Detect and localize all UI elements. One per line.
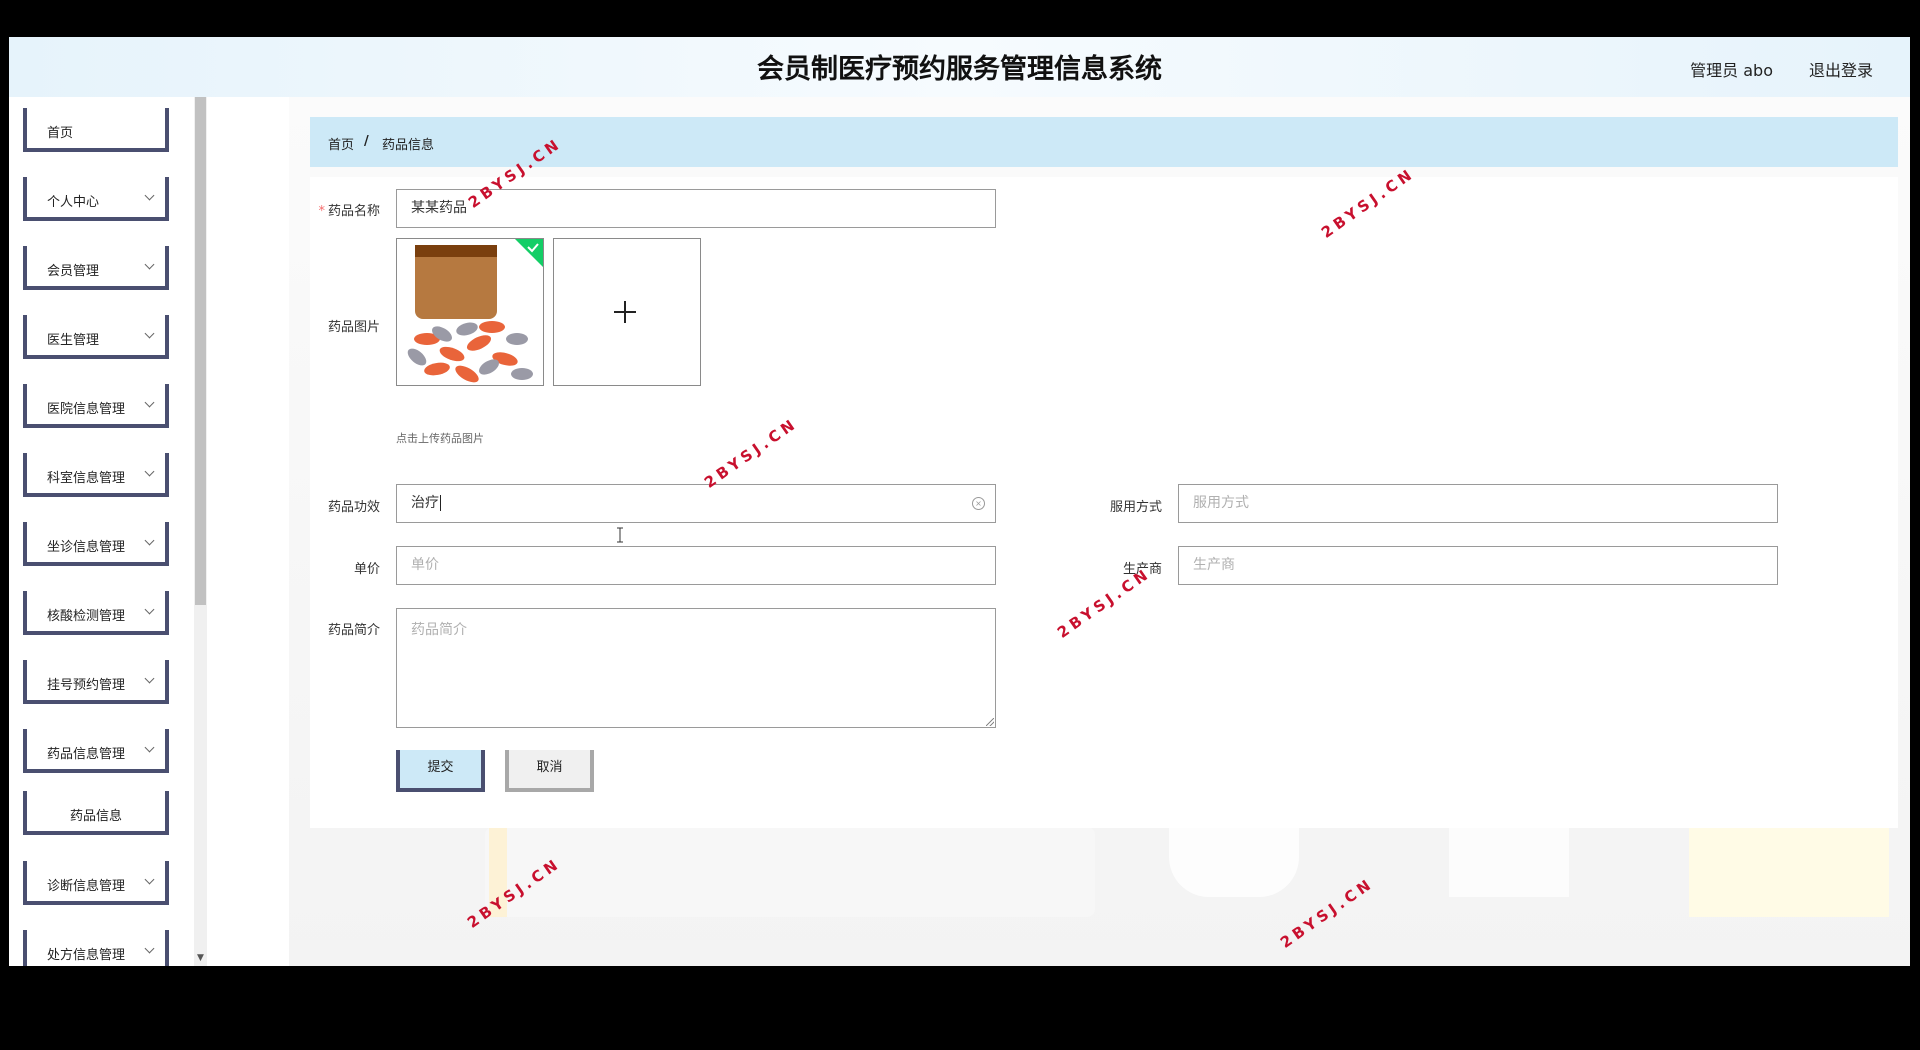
chevron-down-icon (144, 466, 155, 477)
sidebar-item-label: 药品信息 (69, 809, 122, 824)
sidebar-item-label: 会员管理 (47, 264, 100, 279)
logout-link[interactable]: 退出登录 (1809, 57, 1873, 81)
sidebar-subitem-medicine-info[interactable]: 药品信息 (23, 791, 169, 835)
sidebar-item-medicine-management[interactable]: 药品信息管理 (23, 729, 169, 773)
maker-input[interactable]: 生产商 (1178, 546, 1778, 585)
sidebar-item-doctor-management[interactable]: 医生管理 (23, 315, 169, 359)
current-user: 管理员 abo (1690, 61, 1773, 80)
breadcrumb-current: 药品信息 (382, 138, 435, 153)
upload-image-button[interactable] (553, 238, 701, 386)
sidebar-scrollbar-thumb[interactable] (195, 97, 206, 605)
text-cursor-icon (617, 527, 623, 543)
medicine-form: * 药品名称 某某药品 药品图片 点击上传药品图片 药品功效 治疗 × 服用方式… (310, 177, 1898, 828)
sidebar-item-label: 医院信息管理 (47, 402, 126, 417)
sidebar: 首页 个人中心 会员管理 医生管理 医院信息管理 科室信息管理 坐诊信息管理 核… (9, 97, 207, 966)
upload-tip: 点击上传药品图片 (396, 432, 484, 445)
clear-icon[interactable]: × (972, 497, 985, 510)
chevron-down-icon (144, 943, 155, 954)
image-label: 药品图片 (327, 320, 380, 335)
sidebar-item-hospital-info[interactable]: 医院信息管理 (23, 384, 169, 428)
sidebar-item-member-management[interactable]: 会员管理 (23, 246, 169, 290)
usage-input[interactable]: 服用方式 (1178, 484, 1778, 523)
sidebar-item-label: 药品信息管理 (47, 747, 126, 762)
chevron-down-icon (144, 874, 155, 885)
sidebar-item-clinic-schedule[interactable]: 坐诊信息管理 (23, 522, 169, 566)
price-label: 单价 (353, 562, 380, 577)
sidebar-item-label: 挂号预约管理 (47, 678, 126, 693)
background-decor (1689, 827, 1889, 917)
sidebar-item-personal-center[interactable]: 个人中心 (23, 177, 169, 221)
breadcrumb-home[interactable]: 首页 (328, 134, 354, 153)
scroll-down-arrow-icon[interactable]: ▼ (195, 952, 206, 964)
app-window: 会员制医疗预约服务管理信息系统 管理员 abo 退出登录 首页 个人中心 会员管… (9, 37, 1910, 966)
sidebar-item-label: 核酸检测管理 (47, 609, 126, 624)
breadcrumb-separator: / (364, 134, 369, 149)
sidebar-item-prescription[interactable]: 处方信息管理 (23, 930, 169, 966)
chevron-down-icon (144, 604, 155, 615)
chevron-down-icon (144, 259, 155, 270)
maker-label: 生产商 (1122, 562, 1162, 577)
chevron-down-icon (144, 328, 155, 339)
sidebar-item-label: 医生管理 (47, 333, 100, 348)
resize-grip-icon[interactable] (986, 718, 994, 726)
chevron-down-icon (144, 190, 155, 201)
price-input[interactable]: 单价 (396, 546, 996, 585)
chevron-down-icon (144, 742, 155, 753)
cancel-button[interactable]: 取消 (505, 750, 594, 792)
background-decor (485, 827, 1095, 917)
chevron-down-icon (144, 397, 155, 408)
background-decor (1449, 827, 1569, 897)
sidebar-item-label: 诊断信息管理 (47, 879, 126, 894)
sidebar-gap (207, 97, 289, 966)
sidebar-item-diagnosis[interactable]: 诊断信息管理 (23, 861, 169, 905)
sidebar-item-appointment[interactable]: 挂号预约管理 (23, 660, 169, 704)
sidebar-item-label: 坐诊信息管理 (47, 540, 126, 555)
sidebar-item-label: 个人中心 (47, 195, 100, 210)
effect-value: 治疗 (411, 495, 439, 511)
medicine-effect-input[interactable]: 治疗 × (396, 484, 996, 523)
submit-button[interactable]: 提交 (396, 750, 485, 792)
chevron-down-icon (144, 535, 155, 546)
intro-label: 药品简介 (327, 623, 380, 638)
intro-textarea[interactable]: 药品简介 (396, 608, 996, 728)
sidebar-item-label: 处方信息管理 (47, 948, 126, 963)
sidebar-item-nucleic-test[interactable]: 核酸检测管理 (23, 591, 169, 635)
header: 会员制医疗预约服务管理信息系统 管理员 abo 退出登录 (9, 37, 1910, 97)
plus-icon (624, 301, 626, 323)
sidebar-item-label: 科室信息管理 (47, 471, 126, 486)
sidebar-item-department-info[interactable]: 科室信息管理 (23, 453, 169, 497)
background-decor (1169, 827, 1299, 897)
name-label: * 药品名称 (318, 204, 380, 219)
required-asterisk: * (318, 204, 325, 219)
effect-label: 药品功效 (327, 500, 380, 515)
sidebar-item-label: 首页 (47, 126, 74, 141)
intro-placeholder: 药品简介 (411, 622, 467, 638)
usage-label: 服用方式 (1109, 500, 1162, 515)
sidebar-item-home[interactable]: 首页 (23, 108, 169, 152)
chevron-down-icon (144, 673, 155, 684)
system-title: 会员制医疗预约服务管理信息系统 (757, 54, 1162, 85)
medicine-image-thumbnail[interactable] (396, 238, 544, 386)
pill-bottle-image (397, 239, 543, 385)
